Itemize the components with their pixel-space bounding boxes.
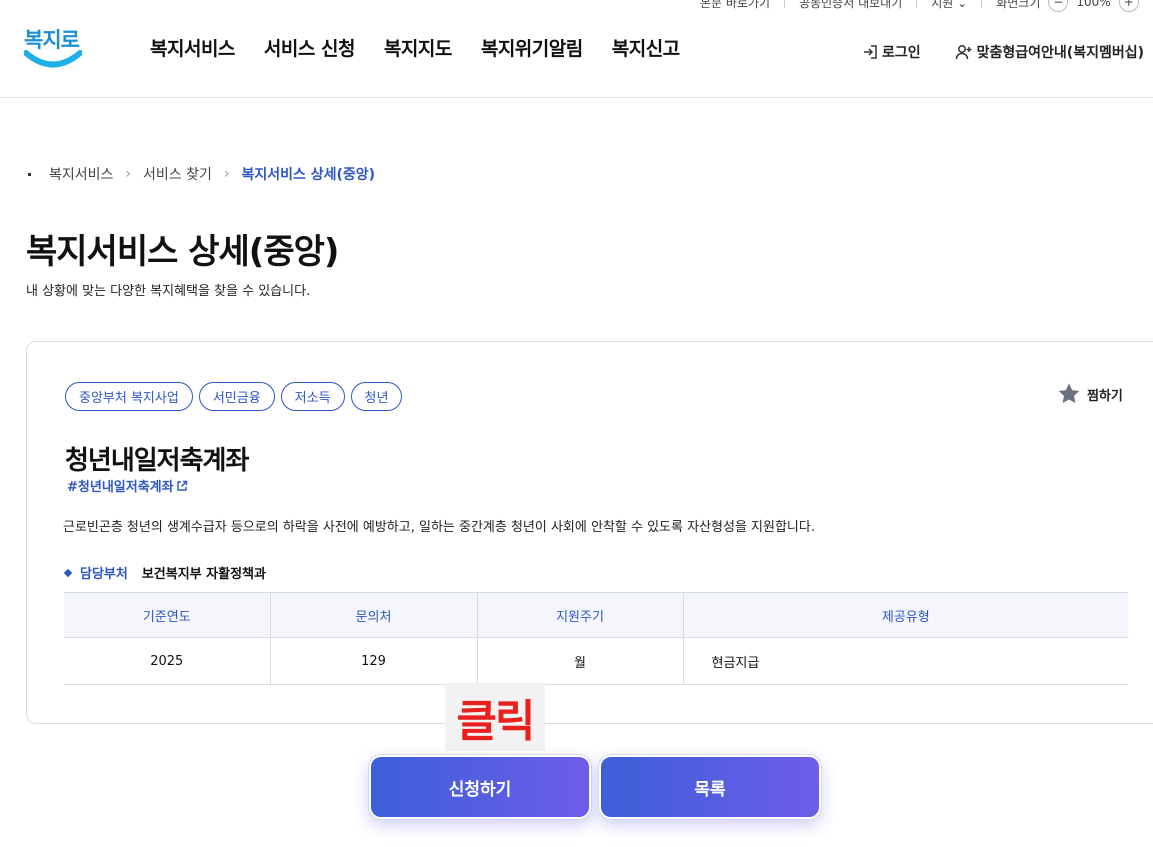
star-icon [1058,383,1080,403]
column-header: 기준연도 [64,592,271,638]
column-header: 지원주기 [477,592,684,638]
table-cell: 현금지급 [683,637,1128,685]
breadcrumb: 복지서비스 › 서비스 찾기 › 복지서비스 상세(중앙) [28,164,375,184]
tag[interactable]: 중앙부처 복지사업 [65,382,193,411]
chevron-right-icon: › [223,166,230,182]
list-button[interactable]: 목록 [598,754,822,820]
service-title: 청년내일저축계좌 [65,446,249,476]
main-nav: 복지서비스 서비스 신청 복지지도 복지위기알림 복지신고 [150,34,709,61]
tag[interactable]: 저소득 [280,382,345,411]
click-annotation: 클릭 [445,683,545,751]
column-header: 문의처 [270,592,478,638]
breadcrumb-current: 복지서비스 상세(중앙) [241,167,376,183]
login-link[interactable]: 로그인 [862,42,921,62]
service-info-table: 기준연도 문의처 지원주기 제공유형 2025 129 월 현금지급 [64,592,1128,685]
department-info: 담당부처 보건복지부 자활정책과 [63,563,266,582]
logo[interactable]: 복지로 [24,24,84,72]
site-header: 복지로 복지서비스 서비스 신청 복지지도 복지위기알림 복지신고 로그인 맞춤… [0,0,1153,98]
external-link-icon [176,480,187,491]
login-icon [864,45,877,59]
tag[interactable]: 청년 [350,382,403,411]
service-description: 근로빈곤층 청년의 생계수급자 등으로의 하락을 사전에 예방하고, 일하는 중… [63,520,815,535]
breadcrumb-item[interactable]: 서비스 찾기 [143,164,212,184]
nav-welfare-map[interactable]: 복지지도 [384,34,452,61]
logo-smile-icon [24,50,82,68]
membership-link[interactable]: 맞춤형급여안내(복지멤버십) [955,42,1144,62]
table-cell: 월 [477,637,684,685]
header-actions: 로그인 맞춤형급여안내(복지멤버십) [862,42,1144,62]
table-row: 2025 129 월 현금지급 [64,637,1128,685]
column-header: 제공유형 [683,592,1128,638]
nav-service-apply[interactable]: 서비스 신청 [264,34,356,61]
department-label: 담당부처 [80,567,128,582]
table-cell: 129 [270,637,478,685]
tag[interactable]: 서민금융 [198,382,275,411]
breadcrumb-item[interactable]: 복지서비스 [49,164,113,184]
department-value: 보건복지부 자활정책과 [141,567,266,582]
user-add-icon [955,45,972,60]
apply-button[interactable]: 신청하기 [368,754,592,820]
service-card: 중앙부처 복지사업 서민금융 저소득 청년 찜하기 청년내일저축계좌 #청년내일… [26,341,1153,724]
page-description: 내 상황에 맞는 다양한 복지혜택을 찾을 수 있습니다. [26,284,311,299]
home-bullet-icon [28,172,31,176]
diamond-bullet-icon [63,568,73,577]
nav-crisis-alert[interactable]: 복지위기알림 [481,34,583,61]
nav-welfare-services[interactable]: 복지서비스 [150,34,235,61]
favorite-button[interactable]: 찜하기 [1057,382,1123,406]
chevron-right-icon: › [125,166,132,182]
hashtag-link[interactable]: #청년내일저축계좌 [67,476,188,495]
tag-list: 중앙부처 복지사업 서민금융 저소득 청년 [65,382,408,411]
logo-text: 복지로 [24,28,80,52]
page-title: 복지서비스 상세(중앙) [26,232,339,272]
nav-welfare-report[interactable]: 복지신고 [612,34,680,61]
table-header-row: 기준연도 문의처 지원주기 제공유형 [64,592,1128,638]
table-cell: 2025 [64,637,271,685]
